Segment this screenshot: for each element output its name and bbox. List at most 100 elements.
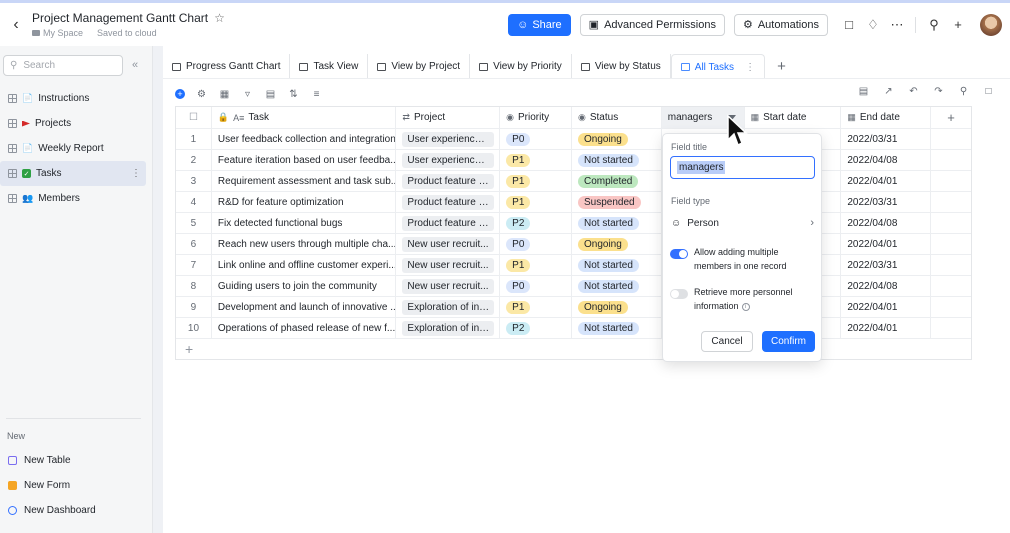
more-icon[interactable]: ⋯ (885, 17, 909, 33)
priority-cell[interactable]: P0 (500, 276, 572, 296)
row-number[interactable]: 2 (176, 150, 212, 170)
tab-progress-gantt-chart[interactable]: Progress Gantt Chart (163, 54, 291, 79)
end-date-cell[interactable]: 2022/04/01 (841, 234, 932, 254)
select-all-checkbox[interactable]: ☐ (176, 107, 212, 128)
priority-cell[interactable]: P1 (500, 150, 572, 170)
bell-icon[interactable]: ♢ (861, 17, 885, 33)
status-cell[interactable]: Not started (572, 255, 662, 275)
task-cell[interactable]: R&D for feature optimization (212, 192, 397, 212)
share-view-icon[interactable]: ↗ (882, 86, 895, 97)
project-cell[interactable]: Product feature o... (396, 171, 501, 191)
priority-cell[interactable]: P1 (500, 171, 572, 191)
table-row[interactable]: 4 R&D for feature optimization Product fea… (176, 192, 971, 213)
priority-cell[interactable]: P1 (500, 192, 572, 212)
end-date-cell[interactable]: 2022/03/31 (841, 129, 932, 149)
end-date-cell[interactable]: 2022/04/01 (841, 318, 932, 338)
status-cell[interactable]: Suspended (572, 192, 662, 212)
task-cell[interactable]: Development and launch of innovative ... (212, 297, 397, 317)
sidebar-item-weekly-report[interactable]: 📄 Weekly Report (0, 136, 152, 161)
comments-icon[interactable]: □ (982, 86, 995, 97)
undo-icon[interactable]: ↶ (907, 86, 920, 97)
row-number[interactable]: 8 (176, 276, 212, 296)
end-date-cell[interactable]: 2022/04/01 (841, 297, 932, 317)
task-cell[interactable]: Link online and offline customer experi.… (212, 255, 397, 275)
table-row[interactable]: 3 Requirement assessment and task sub... P… (176, 171, 971, 192)
more-vertical-icon[interactable]: ⋮ (131, 168, 141, 179)
avatar[interactable] (980, 13, 1002, 36)
project-cell[interactable]: New user recruit... (396, 234, 501, 254)
new-table-button[interactable]: New Table (0, 448, 153, 473)
tab-view-by-project[interactable]: View by Project (368, 54, 471, 79)
row-number[interactable]: 7 (176, 255, 212, 275)
space-location[interactable]: My Space (32, 28, 83, 38)
tab-view-by-priority[interactable]: View by Priority (470, 54, 572, 79)
retrieve-info-toggle[interactable] (670, 289, 688, 299)
status-cell[interactable]: Ongoing (572, 234, 662, 254)
end-date-cell[interactable]: 2022/04/08 (841, 276, 932, 296)
collapse-sidebar-icon[interactable]: « (132, 59, 138, 71)
sidebar-item-tasks[interactable]: ✓ Tasks ⋮ (0, 161, 146, 186)
add-field-button[interactable]: + (931, 107, 971, 128)
project-cell[interactable]: Product feature o... (396, 192, 501, 212)
new-dashboard-button[interactable]: New Dashboard (0, 498, 153, 523)
task-cell[interactable]: User feedback collection and integration (212, 129, 397, 149)
clipboard-icon[interactable]: ▤ (857, 86, 870, 97)
project-cell[interactable]: New user recruit... (396, 276, 501, 296)
column-header-task[interactable]: 🔒 A≡ Task (212, 107, 397, 128)
table-row[interactable]: 10 Operations of phased release of new f.… (176, 318, 971, 339)
end-date-cell[interactable]: 2022/04/08 (841, 213, 932, 233)
priority-cell[interactable]: P1 (500, 297, 572, 317)
row-number[interactable]: 6 (176, 234, 212, 254)
table-row[interactable]: 7 Link online and offline customer experi… (176, 255, 971, 276)
row-number[interactable]: 5 (176, 213, 212, 233)
status-cell[interactable]: Completed (572, 171, 662, 191)
new-form-button[interactable]: New Form (0, 473, 153, 498)
add-row-button[interactable]: + (176, 339, 971, 359)
table-row[interactable]: 2 Feature iteration based on user feedba.… (176, 150, 971, 171)
table-row[interactable]: 1 User feedback collection and integratio… (176, 129, 971, 150)
project-cell[interactable]: Exploration of inn... (396, 318, 501, 338)
task-cell[interactable]: Operations of phased release of new f... (212, 318, 397, 338)
allow-multiple-toggle[interactable] (670, 249, 688, 259)
automations-button[interactable]: ⚙ Automations (733, 13, 828, 36)
status-cell[interactable]: Ongoing (572, 129, 662, 149)
redo-icon[interactable]: ↷ (932, 86, 945, 97)
task-cell[interactable]: Guiding users to join the community (212, 276, 397, 296)
end-date-cell[interactable]: 2022/04/08 (841, 150, 932, 170)
sidebar-item-members[interactable]: 👥 Members (0, 186, 152, 211)
cancel-button[interactable]: Cancel (701, 331, 753, 352)
field-type-select[interactable]: ☺ Person › (671, 214, 816, 232)
confirm-button[interactable]: Confirm (762, 331, 815, 352)
search-records-icon[interactable]: ⚲ (957, 86, 970, 97)
column-header-start-date[interactable]: ▦ Start date (745, 107, 842, 128)
back-icon[interactable]: ‹ (2, 16, 30, 34)
plus-icon[interactable]: + (946, 17, 970, 32)
tab-task-view[interactable]: Task View (290, 54, 369, 79)
doc-title[interactable]: Project Management Gantt Chart (32, 11, 208, 25)
row-number[interactable]: 10 (176, 318, 212, 338)
task-cell[interactable]: Reach new users through multiple cha... (212, 234, 397, 254)
advanced-permissions-button[interactable]: ▣ Advanced Permissions (579, 13, 725, 36)
star-icon[interactable]: ☆ (214, 11, 225, 25)
row-number[interactable]: 4 (176, 192, 212, 212)
project-cell[interactable]: Product feature o... (396, 213, 501, 233)
tab-view-by-status[interactable]: View by Status (572, 54, 671, 79)
priority-cell[interactable]: P2 (500, 318, 572, 338)
status-cell[interactable]: Ongoing (572, 297, 662, 317)
search-input[interactable]: ⚲ Search (3, 55, 123, 76)
comment-icon[interactable]: □ (837, 17, 861, 32)
project-cell[interactable]: User experience i... (396, 150, 501, 170)
task-cell[interactable]: Fix detected functional bugs (212, 213, 397, 233)
status-cell[interactable]: Not started (572, 150, 662, 170)
priority-cell[interactable]: P1 (500, 255, 572, 275)
row-number[interactable]: 9 (176, 297, 212, 317)
table-row[interactable]: 8 Guiding users to join the community New … (176, 276, 971, 297)
end-date-cell[interactable]: 2022/03/31 (841, 255, 932, 275)
sidebar-item-instructions[interactable]: 📄 Instructions (0, 86, 152, 111)
project-cell[interactable]: New user recruit... (396, 255, 501, 275)
search-icon[interactable]: ⚲ (922, 17, 946, 33)
task-cell[interactable]: Requirement assessment and task sub... (212, 171, 397, 191)
sidebar-item-projects[interactable]: Projects (0, 111, 152, 136)
tab-all-tasks[interactable]: All Tasks ⋮ (670, 54, 766, 79)
row-number[interactable]: 3 (176, 171, 212, 191)
